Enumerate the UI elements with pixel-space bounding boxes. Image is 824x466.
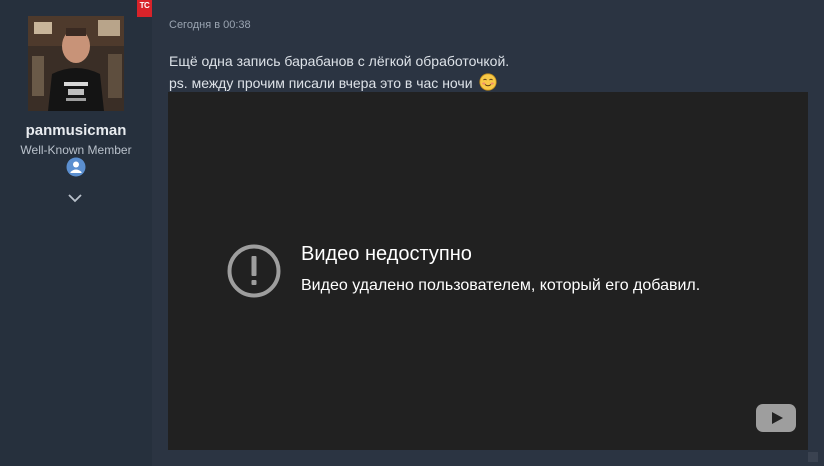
youtube-logo-icon[interactable]: [756, 404, 796, 432]
scroll-corner: [808, 452, 818, 462]
member-badge-icon[interactable]: [66, 157, 86, 177]
post-text: Ещё одна запись барабанов с лёгкой обраб…: [169, 53, 510, 69]
user-avatar[interactable]: [28, 16, 124, 111]
chevron-down-icon[interactable]: [67, 192, 83, 204]
exclamation-circle-icon: [227, 244, 281, 298]
forum-logo-badge: TC: [137, 0, 152, 17]
post-author-sidebar: panmusicman Well-Known Member: [0, 0, 152, 466]
forum-post-page: panmusicman Well-Known Member TC Сегодня…: [0, 0, 824, 466]
smiling-blush-emoji-icon: [479, 73, 498, 91]
video-unavailable-message: Видео удалено пользователем, который его…: [301, 277, 701, 294]
embedded-video-player[interactable]: Видео недоступно Видео удалено пользоват…: [168, 92, 808, 450]
post-timestamp[interactable]: Сегодня в 00:38: [169, 19, 251, 31]
post-text-line-1: Ещё одна запись барабанов с лёгкой обраб…: [169, 53, 509, 69]
post-text-line-2: ps. между прочим писали вчера это в час …: [169, 73, 498, 91]
post-text: ps. между прочим писали вчера это в час …: [169, 75, 473, 91]
username-link[interactable]: panmusicman: [0, 122, 152, 139]
avatar-photo: [28, 16, 124, 111]
user-title: Well-Known Member: [20, 143, 132, 157]
video-unavailable-title: Видео недоступно: [301, 243, 472, 265]
